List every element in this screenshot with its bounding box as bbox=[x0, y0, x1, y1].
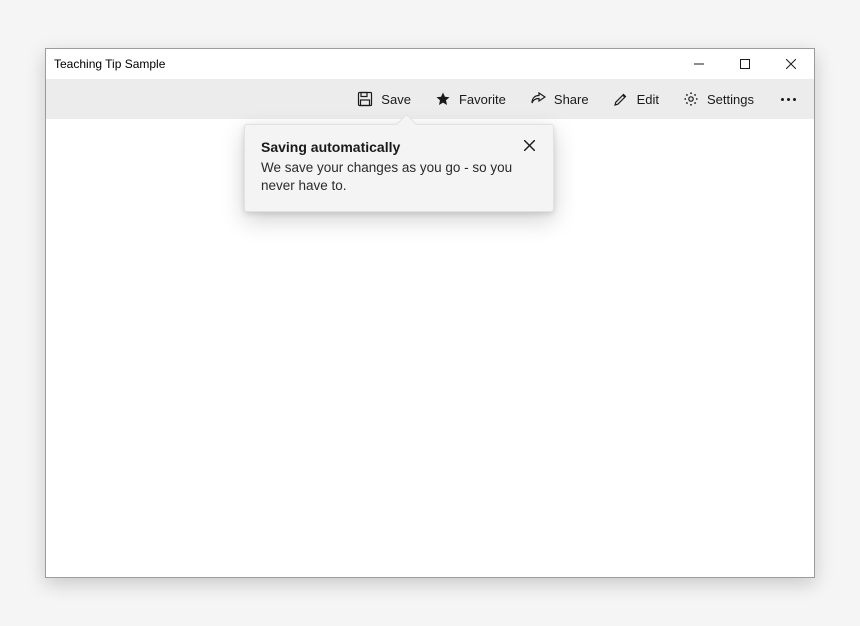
teaching-tip-body: We save your changes as you go - so you … bbox=[261, 159, 537, 195]
more-icon bbox=[781, 98, 796, 101]
more-button[interactable] bbox=[766, 79, 810, 119]
minimize-button[interactable] bbox=[676, 49, 722, 79]
close-icon bbox=[524, 140, 535, 151]
teaching-tip-close-button[interactable] bbox=[521, 137, 537, 153]
save-icon bbox=[357, 91, 373, 107]
share-icon bbox=[530, 91, 546, 107]
favorite-button-label: Favorite bbox=[459, 92, 506, 107]
gear-icon bbox=[683, 91, 699, 107]
share-button[interactable]: Share bbox=[518, 79, 601, 119]
share-button-label: Share bbox=[554, 92, 589, 107]
edit-icon bbox=[613, 91, 629, 107]
star-icon bbox=[435, 91, 451, 107]
teaching-tip-header: Saving automatically bbox=[261, 139, 537, 155]
close-icon bbox=[786, 59, 796, 69]
teaching-tip-title: Saving automatically bbox=[261, 139, 400, 155]
maximize-button[interactable] bbox=[722, 49, 768, 79]
content-area: Saving automatically We save your change… bbox=[46, 119, 814, 577]
close-button[interactable] bbox=[768, 49, 814, 79]
edit-button-label: Edit bbox=[637, 92, 659, 107]
titlebar: Teaching Tip Sample bbox=[46, 49, 814, 79]
maximize-icon bbox=[740, 59, 750, 69]
save-button-label: Save bbox=[381, 92, 411, 107]
favorite-button[interactable]: Favorite bbox=[423, 79, 518, 119]
minimize-icon bbox=[694, 59, 704, 69]
teaching-tip: Saving automatically We save your change… bbox=[244, 124, 554, 212]
window-title: Teaching Tip Sample bbox=[54, 57, 165, 71]
edit-button[interactable]: Edit bbox=[601, 79, 671, 119]
settings-button-label: Settings bbox=[707, 92, 754, 107]
window-controls bbox=[676, 49, 814, 79]
settings-button[interactable]: Settings bbox=[671, 79, 766, 119]
command-bar: Save Favorite Share Edit Settings bbox=[46, 79, 814, 119]
app-window: Teaching Tip Sample Save Favorite bbox=[45, 48, 815, 578]
save-button[interactable]: Save bbox=[345, 79, 423, 119]
